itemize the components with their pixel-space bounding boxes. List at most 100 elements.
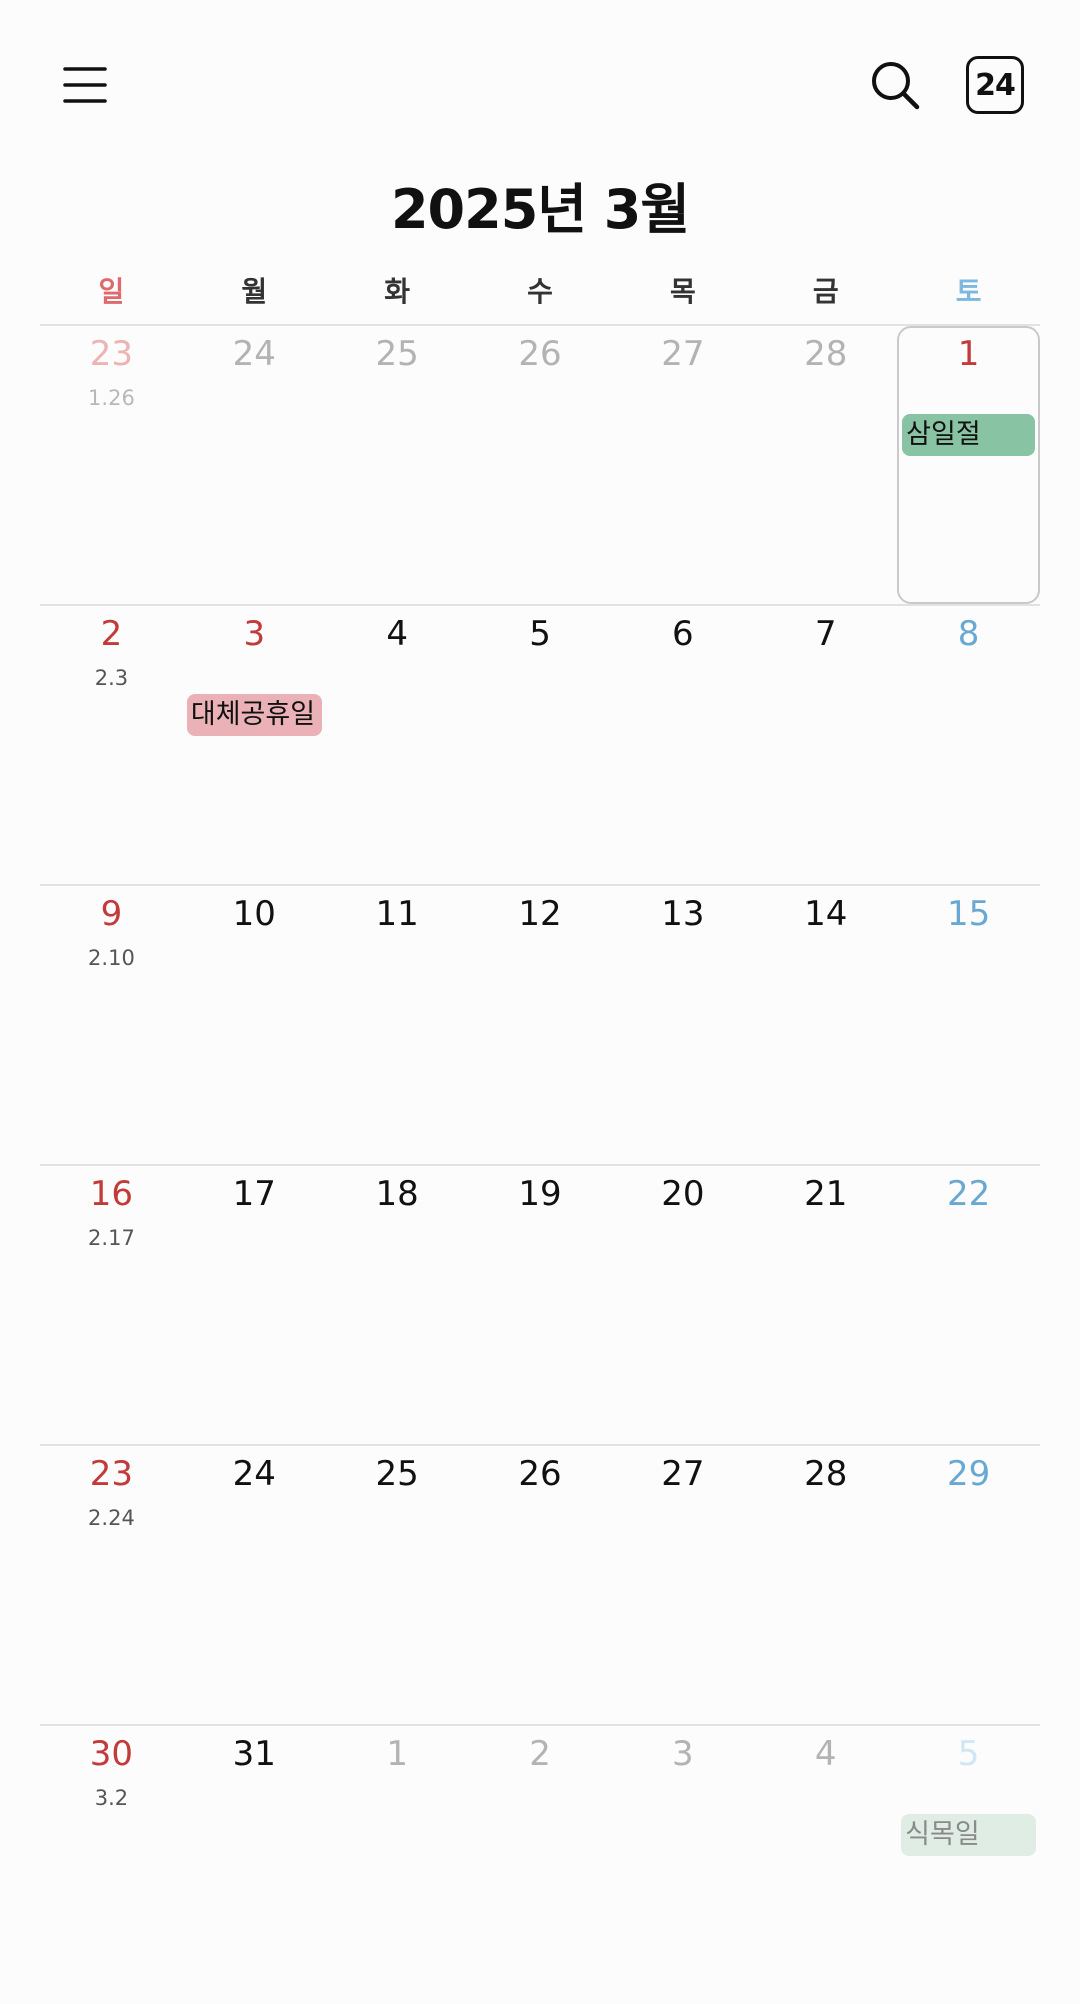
day-cell[interactable]: 9 2.10	[40, 886, 183, 1164]
day-number: 28	[804, 334, 848, 374]
day-cell[interactable]: 7	[754, 606, 897, 884]
weekday-label: 토	[955, 275, 982, 308]
month-title[interactable]: 2025년 3월	[0, 165, 1080, 244]
calendar-today-icon: 24	[966, 56, 1024, 114]
day-number: 29	[946, 1454, 991, 1494]
day-cell[interactable]: 27	[611, 326, 754, 604]
day-cell[interactable]: 20	[611, 1166, 754, 1444]
day-number: 31	[232, 1734, 276, 1774]
search-button[interactable]	[860, 50, 930, 120]
day-number: 1	[386, 1734, 408, 1774]
day-number: 3	[672, 1734, 694, 1774]
day-cell[interactable]: 8	[897, 606, 1040, 884]
day-cell[interactable]: 23 1.26	[40, 326, 183, 604]
lunar-date: 3.2	[94, 1786, 129, 1810]
day-number: 28	[804, 1454, 848, 1494]
week-row: 23 1.26 24 25 26 27 28 1 삼일절	[40, 324, 1041, 604]
day-cell[interactable]: 4	[326, 606, 469, 884]
day-cell[interactable]: 1	[326, 1726, 469, 2004]
holiday-event-chip[interactable]: 식목일	[901, 1814, 1037, 1856]
day-number: 5	[529, 614, 551, 654]
day-cell[interactable]: 27	[611, 1446, 754, 1724]
day-number: 18	[375, 1174, 419, 1214]
day-number: 12	[518, 894, 562, 934]
day-cell[interactable]: 21	[754, 1166, 897, 1444]
day-cell[interactable]: 10	[183, 886, 326, 1164]
search-icon	[872, 62, 920, 110]
day-cell[interactable]: 12	[469, 886, 612, 1164]
day-number: 8	[957, 614, 980, 654]
day-number: 17	[232, 1174, 276, 1214]
day-number: 23	[89, 334, 134, 374]
day-number: 14	[804, 894, 848, 934]
day-number: 25	[375, 334, 419, 374]
day-cell[interactable]: 19	[469, 1166, 612, 1444]
day-cell[interactable]: 4	[754, 1726, 897, 2004]
weekday-label: 월	[241, 275, 268, 308]
weekday-label: 금	[812, 275, 839, 308]
day-number: 3	[243, 614, 266, 654]
day-cell[interactable]: 2 2.3	[40, 606, 183, 884]
day-cell[interactable]: 28	[754, 326, 897, 604]
day-cell[interactable]: 13	[611, 886, 754, 1164]
day-number: 2	[100, 614, 123, 654]
day-number: 20	[661, 1174, 705, 1214]
today-button[interactable]: 24	[960, 50, 1030, 120]
weekday-label: 화	[384, 275, 411, 308]
day-number: 22	[946, 1174, 991, 1214]
holiday-event-chip[interactable]: 대체공휴일	[186, 694, 322, 736]
day-cell[interactable]: 28	[754, 1446, 897, 1724]
day-number: 24	[232, 1454, 276, 1494]
lunar-date: 2.3	[94, 666, 129, 690]
lunar-date: 2.17	[88, 1226, 135, 1250]
lunar-date: 2.10	[88, 946, 135, 970]
day-cell[interactable]: 29	[897, 1446, 1040, 1724]
top-app-bar: 24	[0, 0, 1080, 170]
day-cell[interactable]: 3 대체공휴일	[183, 606, 326, 884]
week-row: 9 2.10 10 11 12 13 14 15	[40, 884, 1040, 1164]
day-cell[interactable]: 23 2.24	[40, 1446, 183, 1724]
hamburger-menu-icon	[63, 67, 107, 103]
week-row: 16 2.17 17 18 19 20 21 22	[40, 1164, 1040, 1444]
day-cell[interactable]: 24	[183, 326, 326, 604]
day-number: 24	[232, 334, 276, 374]
day-cell[interactable]: 5	[469, 606, 612, 884]
day-cell[interactable]: 17	[183, 1166, 326, 1444]
day-number: 16	[89, 1174, 134, 1214]
day-cell[interactable]: 25	[326, 326, 469, 604]
day-number: 26	[518, 334, 562, 374]
weekday-header-row: 일 월 화 수 목 금 토	[40, 270, 1040, 322]
day-cell[interactable]: 26	[469, 1446, 612, 1724]
day-cell[interactable]: 26	[469, 326, 612, 604]
day-cell[interactable]: 22	[897, 1166, 1040, 1444]
day-cell[interactable]: 24	[183, 1446, 326, 1724]
day-cell[interactable]: 30 3.2	[40, 1726, 183, 2004]
day-cell[interactable]: 31	[183, 1726, 326, 2004]
day-cell[interactable]: 5 식목일	[897, 1726, 1040, 2004]
day-number: 11	[375, 894, 419, 934]
week-row: 23 2.24 24 25 26 27 28 29	[40, 1444, 1040, 1724]
day-cell-selected[interactable]: 1 삼일절	[897, 326, 1041, 604]
week-row: 30 3.2 31 1 2 3 4 5 식목일	[40, 1724, 1040, 2004]
day-cell[interactable]: 15	[897, 886, 1040, 1164]
day-number: 9	[100, 894, 123, 934]
weekday-label: 수	[527, 275, 553, 308]
day-cell[interactable]: 3	[611, 1726, 754, 2004]
day-cell[interactable]: 11	[326, 886, 469, 1164]
week-row: 2 2.3 3 대체공휴일 4 5 6 7 8	[40, 604, 1040, 884]
menu-button[interactable]	[50, 50, 120, 120]
day-number: 27	[661, 1454, 705, 1494]
weekday-label: 일	[98, 275, 125, 308]
day-cell[interactable]: 16 2.17	[40, 1166, 183, 1444]
holiday-event-chip[interactable]: 삼일절	[902, 414, 1036, 456]
day-number: 7	[814, 614, 837, 654]
month-grid: 23 1.26 24 25 26 27 28 1 삼일절 2 2.3 3 대체공휴일 4 5 6 7 8 9 2.10…	[40, 324, 1041, 2004]
lunar-date: 2.24	[88, 1506, 135, 1530]
day-number: 27	[661, 334, 705, 374]
day-cell[interactable]: 14	[754, 886, 897, 1164]
day-number: 4	[814, 1734, 837, 1774]
day-cell[interactable]: 18	[326, 1166, 469, 1444]
day-cell[interactable]: 2	[469, 1726, 612, 2004]
day-cell[interactable]: 25	[326, 1446, 469, 1724]
day-cell[interactable]: 6	[611, 606, 754, 884]
